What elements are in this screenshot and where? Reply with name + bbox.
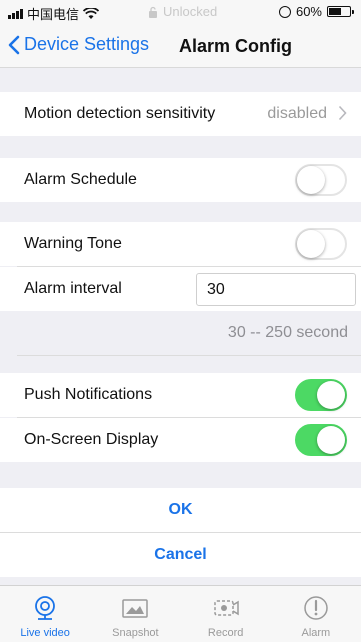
tab-live-video[interactable]: Live video	[0, 586, 90, 642]
push-notifications-toggle[interactable]	[295, 379, 347, 411]
alarm-interval-label: Alarm interval	[24, 280, 122, 297]
osd-toggle[interactable]	[295, 424, 347, 456]
carrier-name: 中国电信	[27, 7, 80, 22]
back-button[interactable]: Device Settings	[8, 34, 149, 55]
motion-sensitivity-row[interactable]: Motion detection sensitivity disabled	[0, 92, 361, 136]
warning-tone-label: Warning Tone	[24, 235, 122, 252]
status-bar: 中国电信 Unlocked 60%	[0, 0, 361, 24]
wifi-icon	[83, 7, 100, 19]
lock-icon	[149, 6, 157, 18]
ok-button[interactable]: OK	[0, 488, 361, 532]
push-notifications-label: Push Notifications	[24, 386, 153, 403]
alarm-schedule-toggle[interactable]	[295, 164, 347, 196]
image-icon	[122, 599, 149, 618]
alarm-schedule-row: Alarm Schedule	[0, 158, 361, 202]
status-left: 中国电信	[8, 4, 100, 23]
battery-icon	[327, 6, 354, 17]
osd-row: On-Screen Display	[0, 418, 361, 462]
alarm-interval-row: Alarm interval	[0, 267, 361, 311]
lock-status: Unlocked	[148, 4, 217, 19]
cancel-button[interactable]: Cancel	[0, 533, 361, 577]
tab-bar: Live video Snapshot Record Alarm	[0, 585, 361, 642]
tab-record[interactable]: Record	[181, 586, 271, 642]
warning-tone-toggle[interactable]	[295, 228, 347, 260]
webcam-icon	[35, 596, 56, 620]
lock-status-text: Unlocked	[163, 4, 218, 19]
page-title: Alarm Config	[179, 36, 293, 56]
motion-sensitivity-label: Motion detection sensitivity	[24, 105, 216, 122]
alarm-schedule-label: Alarm Schedule	[24, 171, 137, 188]
signal-icon	[8, 8, 23, 19]
status-right: 60%	[278, 4, 354, 19]
interval-hint: 30 -- 250 second	[227, 324, 348, 341]
alarm-interval-input[interactable]	[196, 273, 356, 306]
tab-label: Alarm	[301, 627, 331, 639]
motion-sensitivity-value: disabled	[267, 105, 327, 122]
tab-label: Record	[207, 627, 244, 639]
warning-tone-row: Warning Tone	[0, 222, 361, 266]
chevron-left-icon	[8, 35, 20, 54]
alert-icon	[304, 596, 328, 620]
tab-label: Snapshot	[112, 627, 159, 639]
video-record-icon	[213, 600, 239, 616]
osd-label: On-Screen Display	[24, 431, 159, 448]
tab-snapshot[interactable]: Snapshot	[90, 586, 180, 642]
navigation-bar: Device Settings Alarm Config	[0, 24, 361, 68]
alarm-clock-icon	[278, 5, 291, 18]
tab-label: Live video	[20, 627, 70, 639]
divider	[17, 355, 361, 356]
battery-percent: 60%	[295, 4, 322, 19]
chevron-right-icon	[338, 105, 347, 121]
interval-hint-row: 30 -- 250 second	[0, 311, 361, 355]
tab-alarm[interactable]: Alarm	[271, 586, 361, 642]
push-notifications-row: Push Notifications	[0, 373, 361, 417]
back-label: Device Settings	[24, 34, 150, 54]
